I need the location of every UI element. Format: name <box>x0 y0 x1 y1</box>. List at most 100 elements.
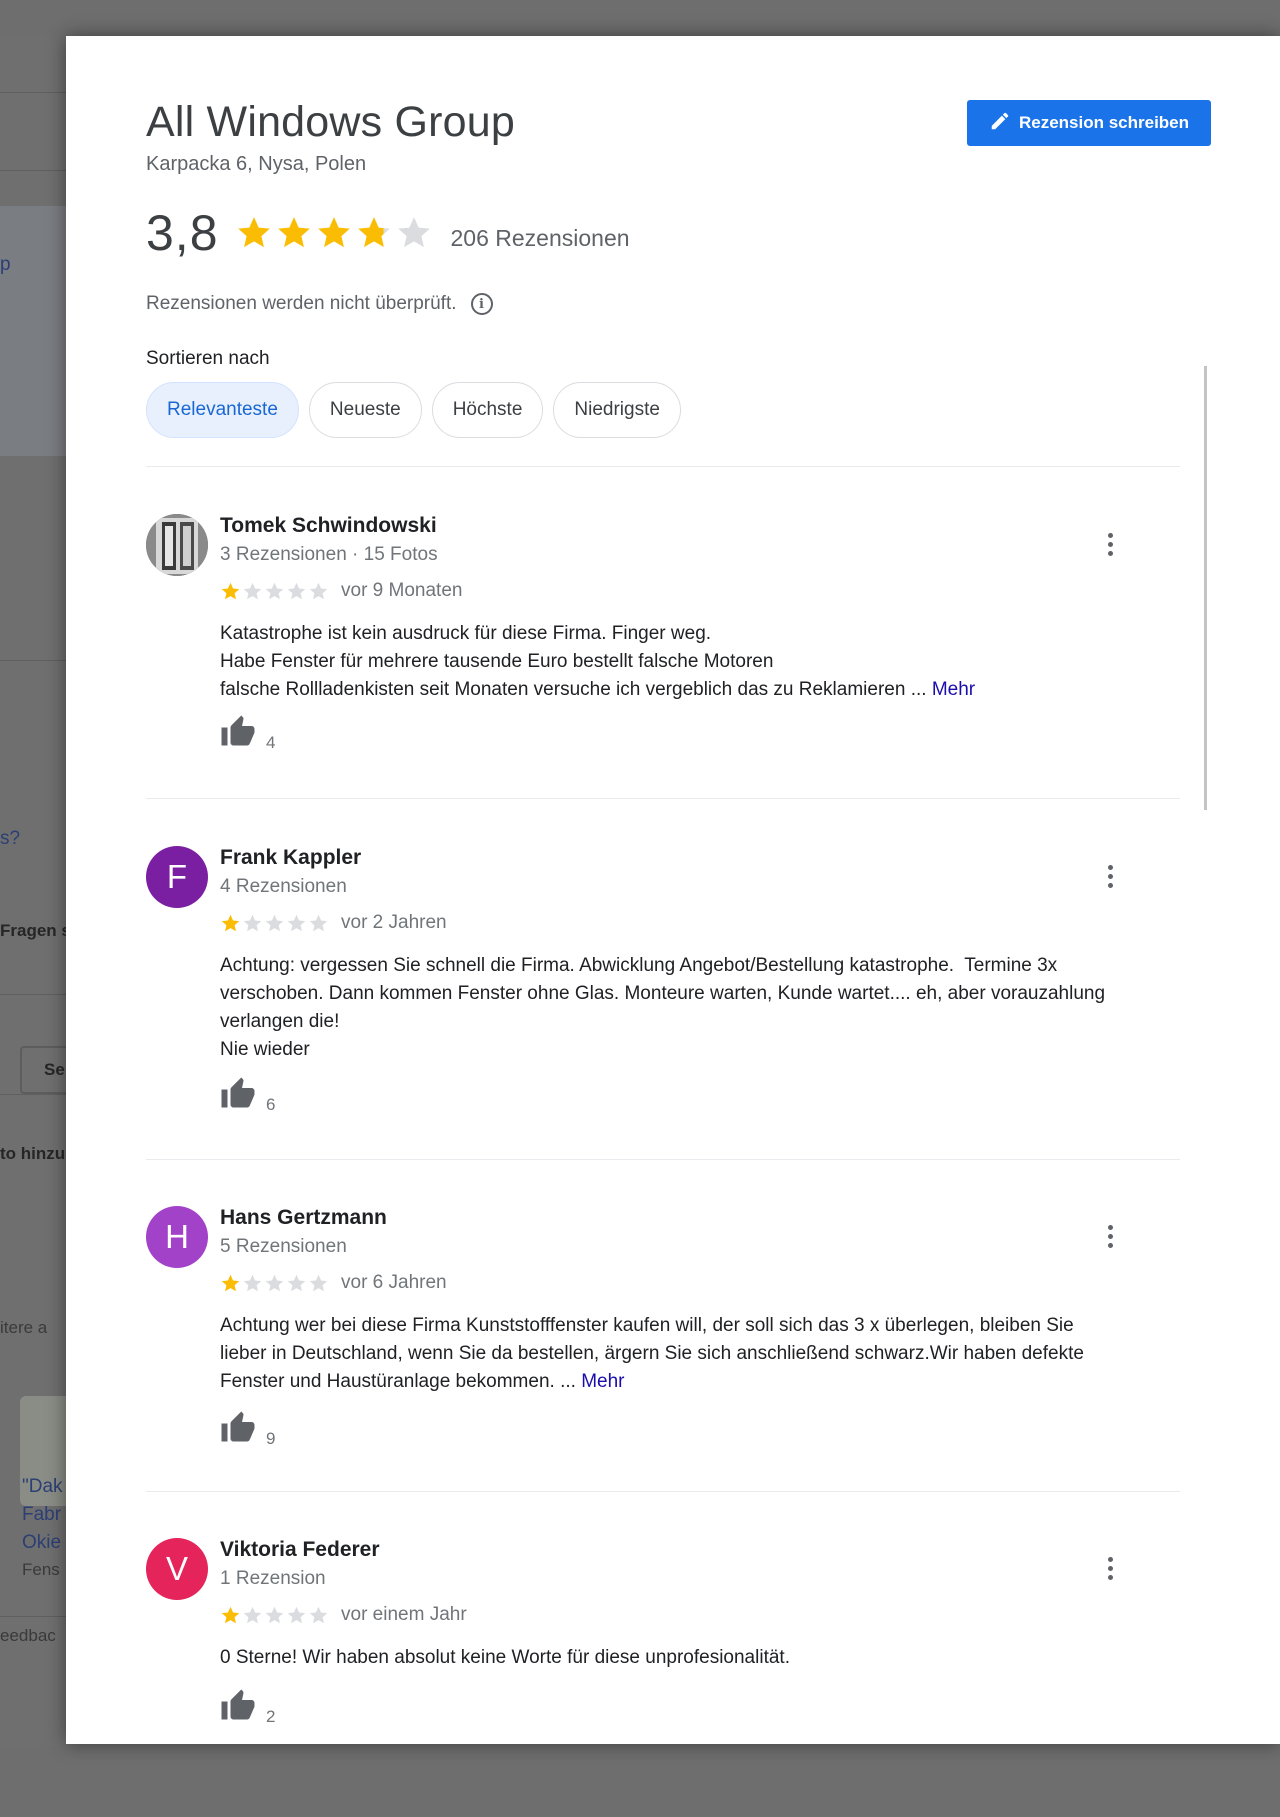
thumbs-up-icon <box>220 714 256 755</box>
review-line: 0 Sterne! Wir haben absolut keine Worte … <box>220 1647 790 1668</box>
thumbs-up-icon <box>220 1410 256 1451</box>
background-divider <box>0 660 66 661</box>
reviews-dialog: All Windows Group Karpacka 6, Nysa, Pole… <box>66 36 1280 1744</box>
background-divider <box>0 1616 66 1617</box>
like-button[interactable]: 4 <box>220 714 275 755</box>
star-empty-icon <box>309 582 328 599</box>
star-empty-icon <box>265 914 284 931</box>
review-text: Achtung: vergessen Sie schnell die Firma… <box>220 952 1180 1064</box>
star-empty-icon <box>243 1606 262 1623</box>
sort-chip-newest[interactable]: Neueste <box>308 382 422 438</box>
star-filled-icon <box>221 582 240 599</box>
review-count[interactable]: 206 Rezensionen <box>451 225 630 252</box>
star-empty-icon <box>287 1606 306 1623</box>
reviewer-name[interactable]: Viktoria Federer <box>220 1538 380 1562</box>
background-text: Fabr <box>22 1504 62 1525</box>
background-text: Fens <box>22 1560 60 1579</box>
review-line-text: Fenster und Haustüranlage bekommen. ... <box>220 1371 576 1392</box>
review-line: Achtung: vergessen Sie schnell die Firma… <box>220 955 1058 976</box>
like-count: 9 <box>266 1429 276 1448</box>
star-filled-icon <box>277 217 310 248</box>
review-stars <box>220 581 329 602</box>
review-rating: vor einem Jahr <box>220 1604 467 1626</box>
background-text: itere a <box>0 1318 48 1337</box>
background-text: eedbac <box>0 1626 56 1645</box>
star-empty-icon <box>309 914 328 931</box>
more-link[interactable]: Mehr <box>581 1371 624 1392</box>
avatar[interactable] <box>146 514 208 576</box>
unverified-notice: Rezensionen werden nicht überprüft. i <box>146 293 493 315</box>
background-text: Se <box>44 1060 65 1079</box>
review-line: verschoben. Dann kommen Fenster ohne Gla… <box>220 983 1106 1004</box>
review-stars <box>220 913 329 934</box>
star-empty-icon <box>243 1274 262 1291</box>
star-empty-icon <box>265 1274 284 1291</box>
sort-label: Sortieren nach <box>146 348 270 369</box>
more-options-icon[interactable] <box>1096 1550 1124 1586</box>
thumbs-up-icon <box>220 1688 256 1729</box>
like-button[interactable]: 6 <box>220 1076 275 1117</box>
reviewer-meta: 4 Rezensionen <box>220 876 347 897</box>
review-line: Fenster und Haustüranlage bekommen. ... … <box>220 1368 1180 1396</box>
notice-text: Rezensionen werden nicht überprüft. <box>146 293 457 314</box>
star-empty-icon <box>265 582 284 599</box>
review-line: Katastrophe ist kein ausdruck für diese … <box>220 623 712 644</box>
avatar[interactable]: H <box>146 1206 208 1268</box>
thumbs-up-icon <box>220 1076 256 1117</box>
star-empty-icon <box>287 582 306 599</box>
background-text: p <box>0 254 11 275</box>
scrollbar[interactable] <box>1204 366 1207 810</box>
star-filled-icon <box>317 217 350 248</box>
star-empty-icon <box>243 582 262 599</box>
average-rating: 3,8 <box>146 205 219 261</box>
review-line: Achtung wer bei diese Firma Kunststofffe… <box>220 1315 1074 1336</box>
reviewer-meta: 1 Rezension <box>220 1568 326 1589</box>
like-button[interactable]: 9 <box>220 1410 275 1451</box>
rating-stars <box>235 214 433 252</box>
reviewer-name[interactable]: Tomek Schwindowski <box>220 514 437 538</box>
reviewer-name[interactable]: Hans Gertzmann <box>220 1206 387 1230</box>
review-date: vor einem Jahr <box>341 1604 467 1625</box>
write-review-label: Rezension schreiben <box>1018 113 1190 132</box>
review-line: verlangen die! <box>220 1011 340 1032</box>
star-half-icon <box>357 217 390 248</box>
review-text: Achtung wer bei diese Firma Kunststofffe… <box>220 1312 1180 1396</box>
star-filled-icon <box>221 1606 240 1623</box>
like-button[interactable]: 2 <box>220 1688 275 1729</box>
star-empty-icon <box>265 1606 284 1623</box>
place-address: Karpacka 6, Nysa, Polen <box>146 153 367 175</box>
review-text: Katastrophe ist kein ausdruck für diese … <box>220 620 1180 704</box>
place-header: All Windows Group Karpacka 6, Nysa, Pole… <box>146 98 515 176</box>
background-text: s? <box>0 828 21 849</box>
reviewer-meta: 3 Rezensionen · 15 Fotos <box>220 544 438 565</box>
review-line: lieber in Deutschland, wenn Sie da beste… <box>220 1343 1084 1364</box>
more-link[interactable]: Mehr <box>932 679 975 700</box>
avatar[interactable]: F <box>146 846 208 908</box>
background-left-panel: p s? Fragen s Se to hinzu itere a "Dak F… <box>0 36 66 1746</box>
background-text: Okie <box>22 1532 62 1553</box>
rating-summary: 3,8 206 Rezensionen <box>146 204 630 262</box>
review-stars <box>220 1273 329 1294</box>
sort-chip-highest[interactable]: Höchste <box>431 382 544 438</box>
reviewer-name[interactable]: Frank Kappler <box>220 846 361 870</box>
place-title: All Windows Group <box>146 98 516 146</box>
sort-chip-relevant[interactable]: Relevanteste <box>146 382 299 438</box>
more-options-icon[interactable] <box>1096 858 1124 894</box>
review-rating: vor 2 Jahren <box>220 912 447 934</box>
profile-photo-icon <box>146 514 208 576</box>
star-empty-icon <box>243 914 262 931</box>
star-empty-icon <box>309 1606 328 1623</box>
pencil-icon <box>989 110 1011 137</box>
review-rating: vor 9 Monaten <box>220 580 462 602</box>
sort-chip-lowest[interactable]: Niedrigste <box>553 382 681 438</box>
avatar[interactable]: V <box>146 1538 208 1600</box>
background-text: Fragen s <box>0 921 66 940</box>
star-empty-icon <box>287 1274 306 1291</box>
info-icon[interactable]: i <box>470 293 493 315</box>
write-review-button[interactable]: Rezension schreiben <box>967 100 1211 146</box>
more-options-icon[interactable] <box>1096 1218 1124 1254</box>
star-empty-icon <box>309 1274 328 1291</box>
divider <box>146 1159 1180 1160</box>
background-text: to hinzu <box>0 1144 66 1163</box>
more-options-icon[interactable] <box>1096 526 1124 562</box>
